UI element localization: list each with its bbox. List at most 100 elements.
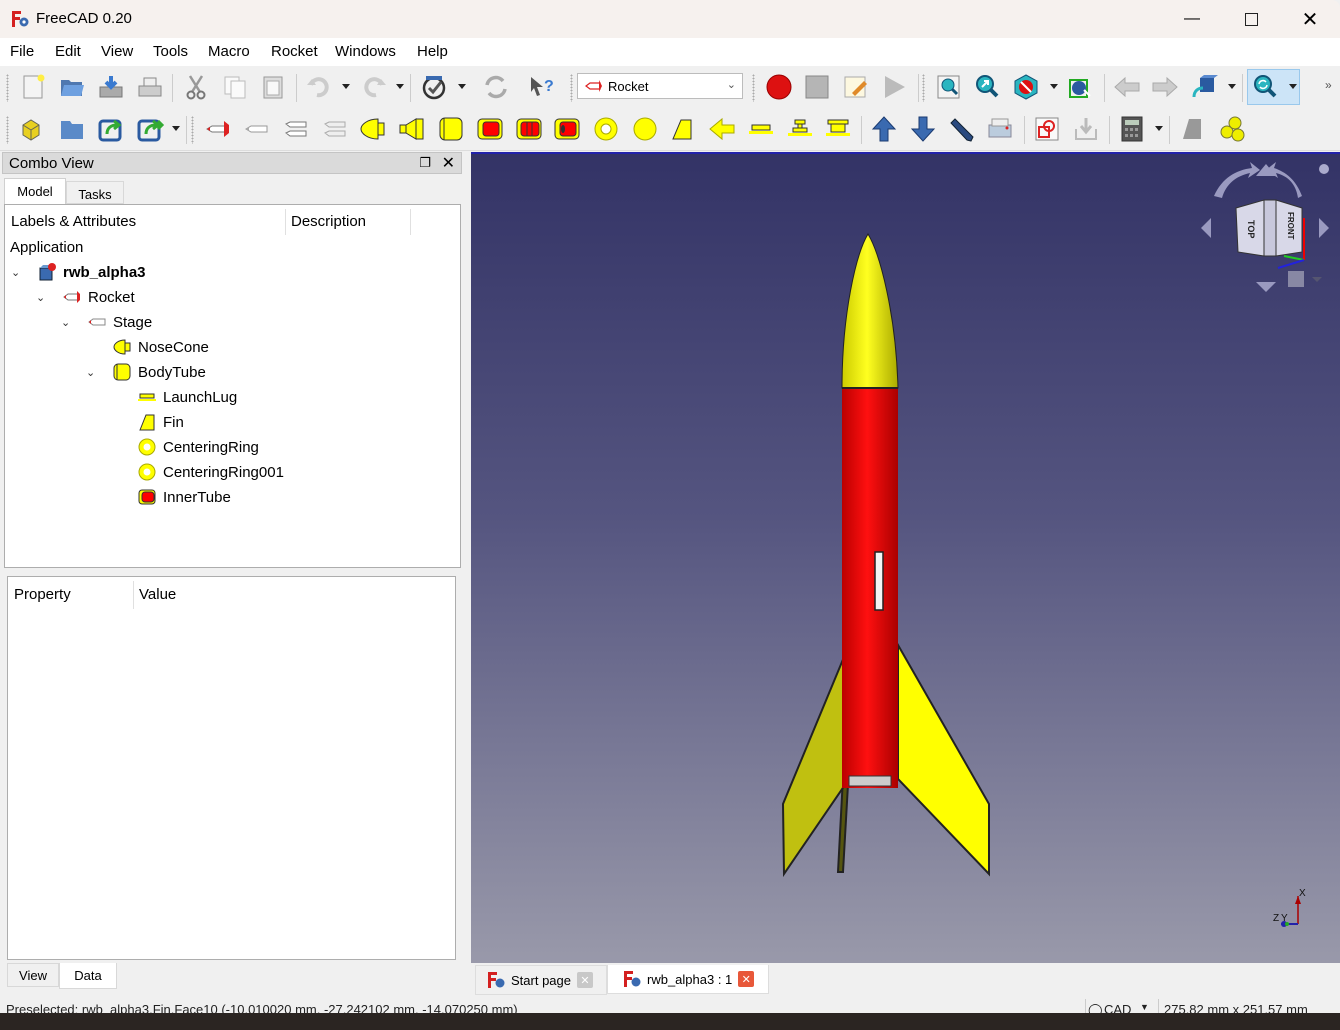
expand-arrow-icon[interactable]: ⌄: [36, 291, 50, 304]
minimize-button[interactable]: —: [1162, 0, 1222, 38]
doc-tab-start-page[interactable]: Start page ✕: [475, 965, 607, 995]
fin-flutter-button[interactable]: [1178, 114, 1208, 144]
column-divider[interactable]: [133, 581, 134, 609]
copy-button[interactable]: [220, 72, 250, 102]
tree-item-launchlug[interactable]: LaunchLug: [137, 386, 237, 408]
stage-button[interactable]: [242, 114, 272, 144]
refresh-button[interactable]: [481, 72, 511, 102]
tree-item-nosecone[interactable]: NoseCone: [112, 336, 209, 358]
import-button[interactable]: [1071, 114, 1101, 144]
cut-view-button[interactable]: [1032, 114, 1062, 144]
close-panel-icon[interactable]: ✕: [442, 153, 455, 173]
nav-style-selector[interactable]: CAD: [1104, 1002, 1131, 1013]
chevron-down-icon[interactable]: ▼: [1140, 1002, 1149, 1012]
menu-help[interactable]: Help: [417, 43, 448, 60]
doc-tab-rwb-alpha3[interactable]: rwb_alpha3 : 1 ✕: [607, 965, 769, 994]
save-button[interactable]: [96, 72, 126, 102]
close-tab-icon[interactable]: ✕: [738, 971, 755, 987]
forward-button[interactable]: [1150, 72, 1180, 102]
undo-dropdown[interactable]: [342, 84, 350, 89]
whats-this-button[interactable]: ?: [526, 72, 556, 102]
pod-button[interactable]: [320, 114, 350, 144]
toolbar-grip[interactable]: [570, 74, 573, 102]
menu-windows[interactable]: Windows: [335, 43, 396, 60]
macro-stop-button[interactable]: [802, 72, 832, 102]
close-button[interactable]: ✕: [1280, 0, 1340, 38]
recompute-button[interactable]: [419, 72, 449, 102]
nose-cone-button[interactable]: [358, 114, 388, 144]
tree-item-innertube[interactable]: InnerTube: [137, 486, 231, 508]
link-button[interactable]: [96, 114, 126, 144]
rail-guide-button[interactable]: [823, 114, 853, 144]
toolbar-overflow-button[interactable]: »: [1325, 78, 1332, 92]
coupler-button[interactable]: [475, 114, 505, 144]
launch-lug-button[interactable]: [746, 114, 776, 144]
menu-file[interactable]: File: [10, 43, 34, 60]
tab-tasks[interactable]: Tasks: [66, 181, 124, 204]
link-actions-dropdown[interactable]: [172, 126, 180, 131]
export-button[interactable]: [985, 114, 1015, 144]
macro-record-button[interactable]: [764, 72, 794, 102]
zoom-sync-button[interactable]: [1247, 69, 1300, 105]
column-header-property[interactable]: Property: [14, 586, 71, 603]
tree-item-stage[interactable]: ⌄ Stage: [61, 311, 152, 333]
open-button[interactable]: [57, 72, 87, 102]
print-button[interactable]: [135, 72, 165, 102]
menu-edit[interactable]: Edit: [55, 43, 81, 60]
macro-execute-button[interactable]: [880, 72, 910, 102]
draw-style-dropdown[interactable]: [1050, 84, 1058, 89]
paste-button[interactable]: [258, 72, 288, 102]
workbench-selector[interactable]: Rocket ⌄: [577, 73, 743, 99]
float-panel-icon[interactable]: ❐: [419, 155, 431, 171]
toolbar-grip[interactable]: [752, 74, 755, 102]
part-button[interactable]: [18, 114, 48, 144]
calculator-dropdown[interactable]: [1155, 126, 1163, 131]
calculator-button[interactable]: [1117, 114, 1147, 144]
menu-rocket[interactable]: Rocket: [271, 43, 318, 60]
tree-item-rocket[interactable]: ⌄ Rocket: [36, 286, 135, 308]
maximize-button[interactable]: [1221, 0, 1281, 38]
bounding-box-button[interactable]: [1065, 72, 1095, 102]
cut-button[interactable]: [181, 72, 211, 102]
move-down-button[interactable]: [908, 114, 938, 144]
back-button[interactable]: [1112, 72, 1142, 102]
zoom-sync-dropdown[interactable]: [1289, 84, 1297, 89]
draw-style-button[interactable]: [1011, 72, 1041, 102]
toolbar-grip[interactable]: [191, 116, 194, 144]
tab-model[interactable]: Model: [4, 178, 66, 204]
tree-item-fin[interactable]: Fin: [137, 411, 184, 433]
parallel-stage-button[interactable]: [281, 114, 311, 144]
fin-can-button[interactable]: [707, 114, 737, 144]
fit-all-button[interactable]: [934, 72, 964, 102]
std-view-dropdown[interactable]: [1228, 84, 1236, 89]
body-tube-button[interactable]: [436, 114, 466, 144]
tree-item-centeringring001[interactable]: CenteringRing001: [137, 461, 284, 483]
materials-button[interactable]: [1217, 114, 1247, 144]
tab-view[interactable]: View: [7, 963, 59, 987]
recompute-dropdown[interactable]: [458, 84, 466, 89]
move-up-button[interactable]: [869, 114, 899, 144]
engine-block-button[interactable]: [514, 114, 544, 144]
undo-button[interactable]: [304, 72, 334, 102]
edit-button[interactable]: [946, 114, 976, 144]
redo-dropdown[interactable]: [396, 84, 404, 89]
new-button[interactable]: [18, 72, 48, 102]
column-divider[interactable]: [410, 209, 411, 235]
close-tab-icon[interactable]: ✕: [577, 972, 593, 988]
expand-arrow-icon[interactable]: ⌄: [61, 316, 75, 329]
toolbar-grip[interactable]: [6, 74, 9, 102]
menu-macro[interactable]: Macro: [208, 43, 250, 60]
transition-button[interactable]: [397, 114, 427, 144]
link-actions-button[interactable]: [135, 114, 165, 144]
toolbar-grip[interactable]: [922, 74, 925, 102]
menu-tools[interactable]: Tools: [153, 43, 188, 60]
group-button[interactable]: [57, 114, 87, 144]
bulkhead-button[interactable]: [630, 114, 660, 144]
column-header-value[interactable]: Value: [139, 586, 176, 603]
3d-viewport[interactable]: TOP FRONT X Y Z: [471, 152, 1340, 963]
column-header-labels[interactable]: Labels & Attributes: [11, 213, 136, 230]
inner-tube-button[interactable]: [552, 114, 582, 144]
navigation-cube[interactable]: TOP FRONT: [1196, 156, 1336, 301]
expand-arrow-icon[interactable]: ⌄: [11, 266, 25, 279]
redo-button[interactable]: [359, 72, 389, 102]
